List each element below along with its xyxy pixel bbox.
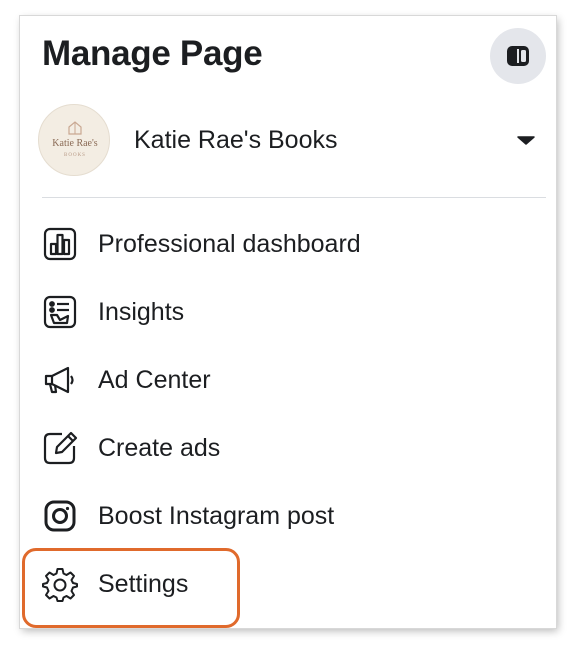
divider xyxy=(42,197,546,198)
gear-icon xyxy=(40,564,80,604)
menu-item-label: Professional dashboard xyxy=(98,229,361,258)
menu-item-create-ads[interactable]: Create ads xyxy=(38,414,538,482)
avatar-logo-text: Katie Rae's xyxy=(52,138,98,149)
menu-item-label: Insights xyxy=(98,297,185,326)
menu-item-ad-center[interactable]: Ad Center xyxy=(38,346,538,414)
page-name: Katie Rae's Books xyxy=(134,125,338,154)
avatar-logo-subtext: BOOKS xyxy=(64,153,86,158)
caret-down-icon[interactable] xyxy=(514,128,538,152)
menu-item-label: Create ads xyxy=(98,433,221,462)
dashboard-icon xyxy=(40,224,80,264)
menu-item-settings[interactable]: Settings xyxy=(38,550,538,618)
menu-item-professional-dashboard[interactable]: Professional dashboard xyxy=(38,210,538,278)
menu-item-boost-instagram-post[interactable]: Boost Instagram post xyxy=(38,482,538,550)
page-switcher[interactable]: Katie Rae's BOOKS Katie Rae's Books xyxy=(38,104,538,176)
menu-item-label: Ad Center xyxy=(98,365,211,394)
pencil-square-icon xyxy=(40,428,80,468)
screenshot-canvas: Manage Page Katie Rae's BOOKS Katie Rae'… xyxy=(0,0,576,648)
insights-icon xyxy=(40,292,80,332)
instagram-icon xyxy=(40,496,80,536)
manage-menu: Professional dashboard Insights Ad Cente… xyxy=(38,210,538,618)
panel-toggle-icon xyxy=(507,46,529,66)
panel-toggle-button[interactable] xyxy=(490,28,546,84)
avatar: Katie Rae's BOOKS xyxy=(38,104,110,176)
megaphone-icon xyxy=(40,360,80,400)
menu-item-label: Settings xyxy=(98,569,189,598)
menu-item-label: Boost Instagram post xyxy=(98,501,335,530)
menu-item-insights[interactable]: Insights xyxy=(38,278,538,346)
page-title: Manage Page xyxy=(42,34,263,73)
manage-page-panel: Manage Page Katie Rae's BOOKS Katie Rae'… xyxy=(20,16,556,628)
